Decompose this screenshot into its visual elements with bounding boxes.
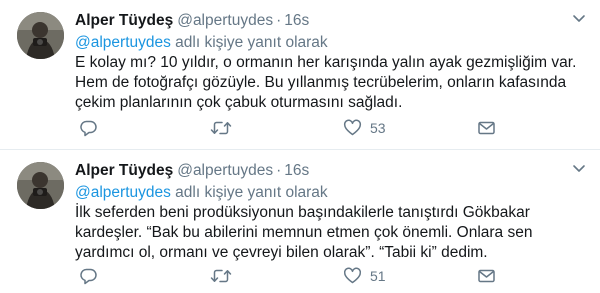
caret-down-icon[interactable]	[572, 164, 586, 174]
retweet-icon	[210, 121, 232, 135]
caret-down-icon[interactable]	[572, 14, 586, 24]
reply-context: @alpertuydes adlı kişiye yanıt olarak	[75, 32, 328, 54]
separator: ·	[276, 162, 282, 179]
tweet-header: Alper Tüydeş @alpertuydes · 16s	[75, 160, 309, 182]
direct-message-icon	[478, 269, 495, 283]
retweet-button[interactable]	[210, 266, 240, 286]
timestamp[interactable]: 16s	[284, 12, 309, 29]
direct-message-icon	[478, 121, 495, 135]
reply-icon	[80, 268, 97, 285]
reply-button[interactable]	[79, 266, 106, 286]
tweet-text: E kolay mı? 10 yıldır, o ormanın her kar…	[75, 54, 577, 111]
like-count: 53	[370, 120, 386, 136]
tweet-text: İlk seferden beni prodüksiyonun başındak…	[75, 204, 533, 261]
reply-context-text: adlı kişiye yanıt olarak	[170, 34, 328, 51]
like-count: 51	[370, 268, 386, 284]
separator: ·	[276, 12, 282, 29]
direct-message-button[interactable]	[477, 266, 496, 286]
tweet[interactable]: Alper Tüydeş @alpertuydes · 16s @alpertuyde…	[0, 150, 600, 293]
timestamp[interactable]: 16s	[284, 162, 309, 179]
retweet-icon	[210, 269, 232, 283]
reply-context-text: adlı kişiye yanıt olarak	[170, 184, 328, 201]
tweet-actions: 53	[75, 118, 515, 138]
tweet-actions: 51	[75, 266, 515, 286]
like-icon	[343, 267, 362, 284]
reply-context: @alpertuydes adlı kişiye yanıt olarak	[75, 182, 328, 204]
reply-mention-link[interactable]: @alpertuydes	[75, 34, 171, 51]
reply-icon	[80, 120, 97, 137]
avatar[interactable]	[17, 162, 64, 209]
author-handle[interactable]: @alpertuydes	[177, 162, 273, 179]
reply-mention-link[interactable]: @alpertuydes	[75, 184, 171, 201]
direct-message-button[interactable]	[477, 118, 496, 138]
like-icon	[343, 119, 362, 136]
reply-button[interactable]	[79, 118, 106, 138]
avatar[interactable]	[17, 12, 64, 59]
tweet-header: Alper Tüydeş @alpertuydes · 16s	[75, 10, 309, 32]
author-name[interactable]: Alper Tüydeş	[75, 12, 173, 29]
author-handle[interactable]: @alpertuydes	[177, 12, 273, 29]
like-button[interactable]: 53	[343, 118, 386, 138]
tweet[interactable]: Alper Tüydeş @alpertuydes · 16s @alpertuyde…	[0, 0, 600, 150]
like-button[interactable]: 51	[343, 266, 386, 286]
author-name[interactable]: Alper Tüydeş	[75, 162, 173, 179]
retweet-button[interactable]	[210, 118, 240, 138]
